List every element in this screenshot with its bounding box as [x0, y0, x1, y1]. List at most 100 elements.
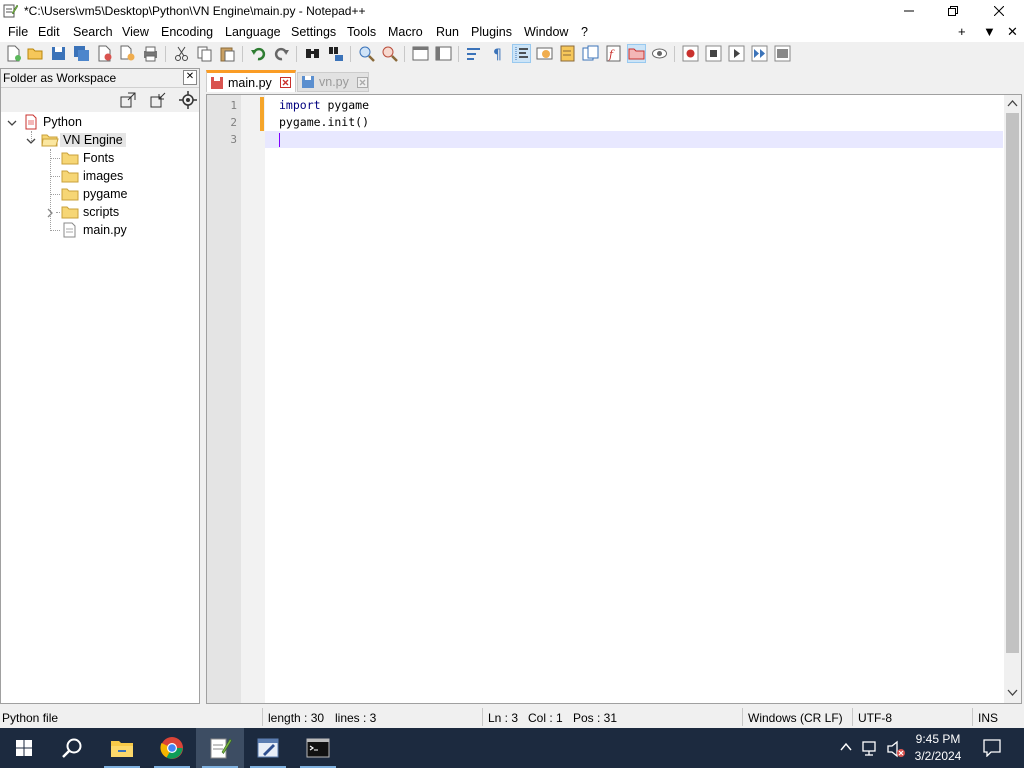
save-icon[interactable] — [50, 45, 67, 62]
indent-guide-icon[interactable] — [512, 44, 531, 63]
word-wrap-icon[interactable] — [466, 45, 483, 62]
menu-help[interactable]: ? — [581, 25, 588, 39]
menu-search[interactable]: Search — [73, 25, 113, 39]
sync-h-icon[interactable] — [435, 45, 452, 62]
network-icon[interactable] — [862, 740, 880, 756]
scrollbar-thumb[interactable] — [1006, 113, 1019, 653]
save-macro-icon[interactable] — [774, 45, 791, 62]
status-insert-mode[interactable]: INS — [978, 711, 998, 725]
menu-plugins[interactable]: Plugins — [471, 25, 512, 39]
menu-view[interactable]: View — [122, 25, 149, 39]
menu-settings[interactable]: Settings — [291, 25, 336, 39]
menu-run[interactable]: Run — [436, 25, 459, 39]
menu-encoding[interactable]: Encoding — [161, 25, 213, 39]
chevron-right-icon[interactable] — [45, 208, 55, 218]
title-bar: *C:\Users\vm5\Desktop\Python\VN Engine\m… — [0, 0, 1024, 22]
stop-macro-icon[interactable] — [705, 45, 722, 62]
find-icon[interactable] — [304, 45, 321, 62]
paste-icon[interactable] — [219, 45, 236, 62]
menu-tools[interactable]: Tools — [347, 25, 376, 39]
run-macro-multiple-icon[interactable] — [751, 45, 768, 62]
undo-icon[interactable] — [250, 45, 267, 62]
zoom-out-icon[interactable] — [381, 45, 398, 62]
status-encoding[interactable]: UTF-8 — [858, 711, 892, 725]
tree-item-main-py[interactable]: main.py — [61, 221, 127, 239]
monitoring-icon[interactable] — [651, 45, 668, 62]
status-length: length : 30 — [268, 711, 325, 725]
tree-item-images[interactable]: images — [61, 167, 123, 185]
close-button[interactable] — [976, 0, 1022, 22]
show-all-chars-icon[interactable]: ¶ — [489, 45, 506, 62]
tree-item-vn-engine[interactable]: VN Engine — [41, 131, 126, 149]
open-file-icon[interactable] — [27, 45, 44, 62]
add-tab-icon[interactable]: + — [958, 24, 966, 39]
close-file-icon[interactable] — [96, 45, 113, 62]
status-eol[interactable]: Windows (CR LF) — [748, 711, 843, 725]
show-hidden-icons-icon[interactable] — [840, 742, 852, 752]
chevron-down-icon[interactable] — [7, 118, 17, 128]
save-all-icon[interactable] — [73, 45, 90, 62]
vertical-scrollbar[interactable] — [1004, 95, 1021, 703]
taskbar-terminal[interactable] — [294, 728, 342, 768]
taskbar-chrome[interactable] — [148, 728, 196, 768]
tab-vn-py[interactable]: vn.py — [297, 72, 369, 92]
restore-button[interactable] — [930, 0, 976, 22]
tab-list-icon[interactable]: ▼ — [983, 24, 996, 39]
tree-item-scripts[interactable]: scripts — [61, 203, 119, 221]
menu-macro[interactable]: Macro — [388, 25, 423, 39]
start-icon — [16, 740, 32, 756]
menu-language[interactable]: Language — [225, 25, 281, 39]
tab-close-icon[interactable] — [279, 77, 291, 88]
tree-item-pygame[interactable]: pygame — [61, 185, 127, 203]
tab-label: main.py — [228, 75, 272, 90]
panel-close-icon[interactable]: ✕ — [183, 70, 197, 85]
file-icon — [63, 222, 76, 238]
taskbar-editor-app[interactable] — [244, 728, 292, 768]
taskbar-notepad-plus-plus[interactable] — [196, 728, 244, 768]
folder-workspace-icon[interactable] — [627, 44, 646, 63]
minimize-button[interactable] — [886, 0, 932, 22]
play-macro-icon[interactable] — [728, 45, 745, 62]
chrome-icon — [160, 737, 183, 759]
replace-icon[interactable] — [327, 45, 344, 62]
redo-icon[interactable] — [273, 45, 290, 62]
tree-item-python[interactable]: Python — [23, 113, 82, 131]
chevron-down-icon[interactable] — [26, 136, 36, 146]
close-doc-icon[interactable]: ✕ — [1007, 24, 1018, 40]
menu-edit[interactable]: Edit — [38, 25, 60, 39]
tree-item-label: pygame — [83, 187, 128, 201]
menu-file[interactable]: File — [8, 25, 28, 39]
new-file-icon[interactable] — [5, 45, 22, 62]
taskbar-file-explorer[interactable] — [98, 728, 146, 768]
system-clock[interactable]: 9:45 PM 3/2/2024 — [905, 731, 971, 765]
collapse-all-icon[interactable] — [149, 91, 167, 109]
volume-muted-icon[interactable] — [886, 740, 906, 758]
scroll-down-icon[interactable] — [1007, 689, 1018, 697]
text-caret — [279, 133, 280, 147]
code-editor[interactable]: 1 2 3 import pygame pygame.init() — [206, 94, 1022, 704]
zoom-in-icon[interactable] — [358, 45, 375, 62]
close-all-icon[interactable] — [119, 45, 136, 62]
locate-current-file-icon[interactable] — [179, 91, 197, 109]
udl-icon[interactable] — [536, 45, 553, 62]
tree-item-label: Fonts — [83, 151, 115, 165]
sync-v-icon[interactable] — [412, 45, 429, 62]
copy-icon[interactable] — [196, 45, 213, 62]
scroll-up-icon[interactable] — [1007, 99, 1018, 107]
folder-icon — [61, 170, 79, 183]
start-button[interactable] — [0, 728, 48, 768]
menu-window[interactable]: Window — [524, 25, 568, 39]
clock-date: 3/2/2024 — [914, 749, 962, 763]
tab-close-icon[interactable] — [356, 76, 368, 88]
record-macro-icon[interactable] — [682, 45, 699, 62]
taskbar-search-button[interactable] — [48, 728, 96, 768]
tab-main-py[interactable]: main.py — [206, 70, 296, 92]
function-list-icon[interactable]: f — [605, 45, 622, 62]
tree-item-fonts[interactable]: Fonts — [61, 149, 114, 167]
cut-icon[interactable] — [173, 45, 190, 62]
print-icon[interactable] — [142, 45, 159, 62]
notifications-icon[interactable] — [983, 739, 1001, 757]
expand-all-icon[interactable] — [119, 91, 137, 109]
doc-map-icon[interactable] — [559, 45, 576, 62]
doc-list-icon[interactable] — [582, 45, 599, 62]
